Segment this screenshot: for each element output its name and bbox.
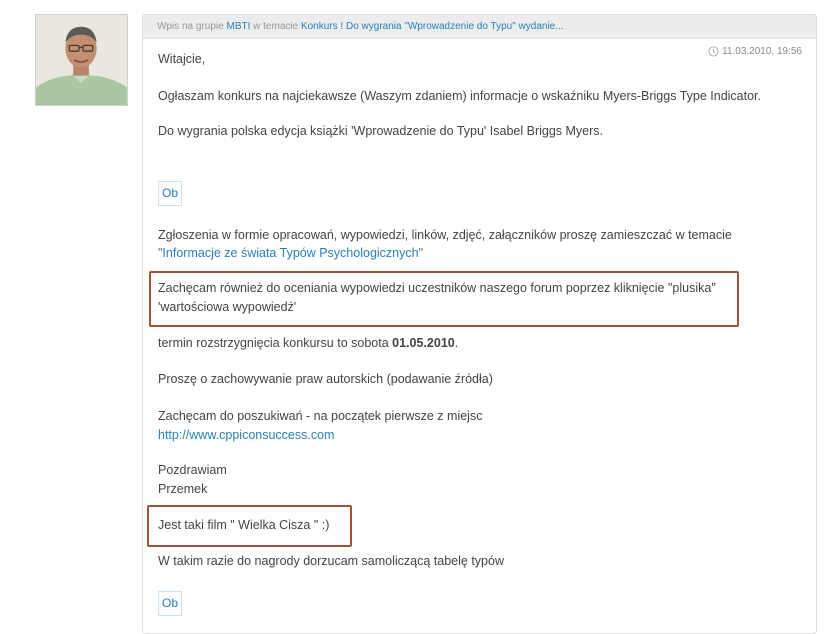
signature: Przemek: [158, 482, 208, 496]
announcement: Ogłaszam konkurs na najciekawsze (Waszym…: [158, 89, 761, 103]
avatar-photo: [36, 15, 127, 105]
prize-line: Do wygrania polska edycja książki 'Wprow…: [158, 124, 604, 138]
author-avatar[interactable]: [35, 14, 128, 106]
copyright-line: Proszę o zachowywanie praw autorskich (p…: [158, 372, 493, 386]
deadline-line: termin rozstrzygnięcia konkursu to sobot…: [158, 334, 458, 353]
post-date: 11.03.2010, 19:56: [708, 46, 802, 57]
submissions-topic-link[interactable]: "Informacje ze świata Typów Psychologicz…: [158, 244, 423, 263]
embed-label-2: Ob: [161, 596, 178, 610]
post-header: Wpis na grupie MBTI w temacie Konkurs ! …: [143, 15, 816, 39]
bonus-line: W takim razie do nagrody dorzucam samoli…: [158, 554, 504, 568]
forum-post: Wpis na grupie MBTI w temacie Konkurs ! …: [142, 14, 817, 634]
date-text: 11.03.2010, 19:56: [722, 46, 802, 57]
embed-label: Ob: [161, 186, 178, 200]
greeting: Witajcie,: [158, 52, 206, 66]
header-middle: w temacie: [253, 21, 299, 32]
deadline-end: .: [454, 336, 459, 350]
submissions-line: Zgłoszenia w formie opracowań, wypowiedz…: [158, 228, 732, 242]
embedded-object[interactable]: Ob: [158, 181, 182, 206]
clock-icon: [708, 46, 719, 57]
regards: Pozdrawiam: [158, 463, 227, 477]
rating-line-1: Zachęcam również do oceniania wypowiedzi…: [158, 281, 716, 295]
deadline-text: termin rozstrzygnięcia konkursu to sobot…: [158, 336, 389, 350]
film-line: Jest taki film " Wielka Cisza " :): [158, 518, 330, 532]
group-link[interactable]: MBTI: [226, 21, 250, 32]
deadline-date: 01.05.2010: [392, 336, 455, 350]
rating-line-2: 'wartościowa wypowiedź': [158, 300, 297, 314]
embedded-object-2[interactable]: Ob: [158, 591, 182, 616]
cpp-link[interactable]: http://www.cppiconsuccess.com: [158, 426, 334, 445]
header-prefix: Wpis na grupie: [157, 21, 224, 32]
search-line: Zachęcam do poszukiwań - na początek pie…: [158, 409, 483, 423]
topic-link[interactable]: Konkurs ! Do wygrania "Wprowadzenie do T…: [301, 21, 564, 32]
